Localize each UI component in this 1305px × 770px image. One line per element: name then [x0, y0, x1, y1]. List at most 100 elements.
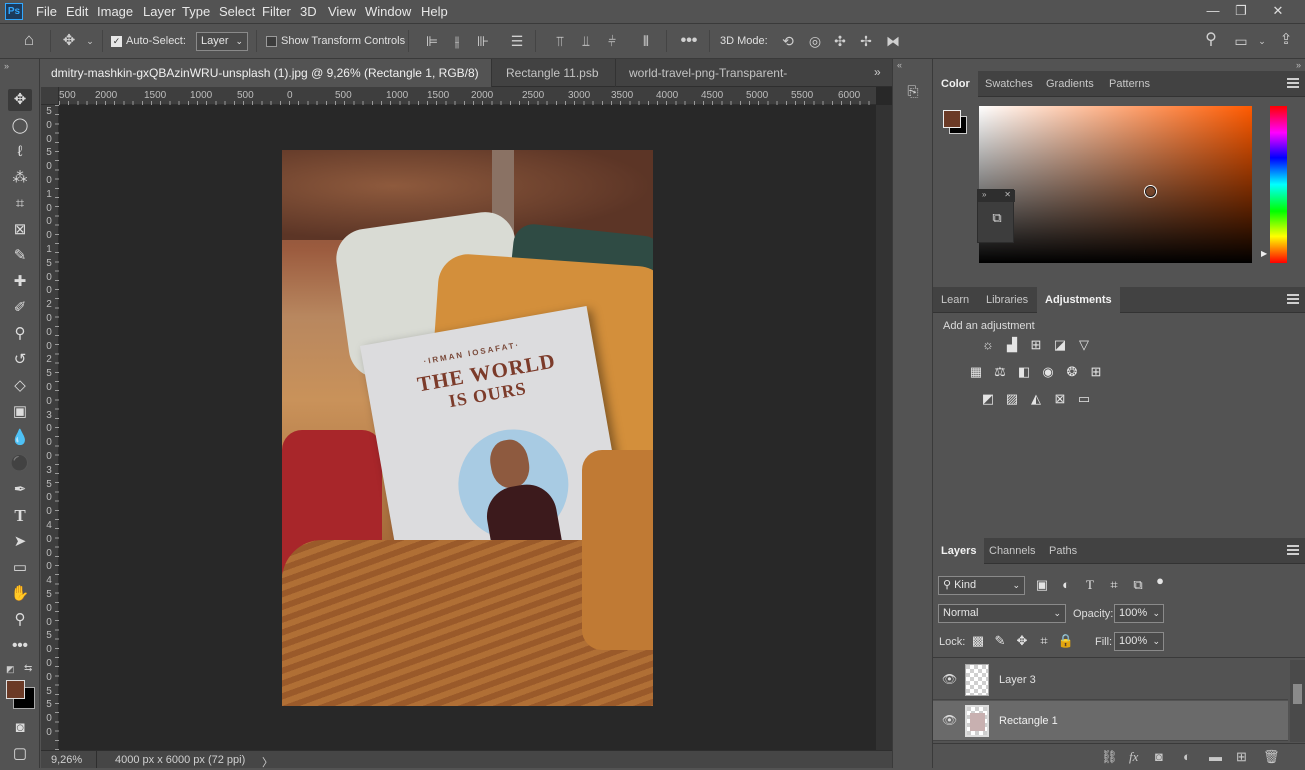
lock-all-icon[interactable]: 🔒 [1057, 633, 1075, 649]
zoom-level[interactable]: 9,26% [51, 754, 82, 766]
visibility-eye-icon[interactable]: 👁 [942, 714, 957, 726]
lock-artboard-icon[interactable]: ⌗ [1035, 633, 1053, 649]
hue-slider-handle[interactable]: ▶ [1261, 249, 1267, 258]
link-layers-icon[interactable]: ⛓ [1101, 749, 1118, 765]
quick-select-tool-icon[interactable]: ⁂ [8, 167, 32, 189]
3d-drag-icon[interactable]: ✣ [831, 33, 849, 49]
align-bottom-icon[interactable]: ⫩ [604, 33, 620, 49]
color-lookup-icon[interactable]: ⊞ [1087, 364, 1105, 380]
expand-icon[interactable]: « [897, 60, 902, 70]
swap-colors-icon[interactable]: ⇆ [24, 663, 32, 674]
vibrance-icon[interactable]: ▽ [1075, 337, 1093, 353]
foreground-color-swatch[interactable] [943, 110, 961, 128]
close-icon[interactable]: ✕ [1004, 190, 1011, 199]
tab-channels[interactable]: Channels [981, 538, 1043, 564]
distribute-vertical-icon[interactable]: ⦀ [638, 33, 654, 49]
filter-type-icon[interactable]: T [1081, 577, 1099, 593]
tab-paths[interactable]: Paths [1041, 538, 1085, 564]
menu-edit[interactable]: Edit [66, 4, 88, 19]
color-field[interactable] [979, 106, 1252, 263]
layer-row-selected[interactable]: 👁 Rectangle 1 [933, 701, 1288, 741]
filter-shape-icon[interactable]: ⌗ [1105, 577, 1123, 593]
tab-adjustments[interactable]: Adjustments [1037, 287, 1120, 313]
photo-filter-icon[interactable]: ◉ [1039, 364, 1057, 380]
workspace-icon[interactable]: ▭ [1232, 33, 1250, 49]
minimize-button[interactable]: — [1198, 2, 1228, 22]
share-icon[interactable]: ⇪ [1277, 32, 1295, 48]
align-left-icon[interactable]: ⊫ [424, 33, 440, 49]
black-white-icon[interactable]: ◧ [1015, 364, 1033, 380]
adjustment-layer-icon[interactable]: ◐ [1183, 749, 1191, 764]
menu-view[interactable]: View [328, 4, 356, 19]
gradient-map-icon[interactable]: ▭ [1075, 391, 1093, 407]
new-layer-icon[interactable]: ⊞ [1236, 749, 1247, 765]
eyedropper-tool-icon[interactable]: ✎ [8, 245, 32, 267]
pen-tool-icon[interactable]: ✒ [8, 479, 32, 501]
align-middle-icon[interactable]: ⫫ [578, 33, 594, 49]
restore-button[interactable]: ❐ [1226, 2, 1256, 22]
type-tool-icon[interactable]: T [8, 505, 32, 527]
doc-tab-active[interactable]: dmitry-mashkin-gxQBAzinWRU-unsplash (1).… [41, 59, 492, 108]
align-top-icon[interactable]: ⫪ [552, 33, 568, 49]
align-right-icon[interactable]: ⊪ [475, 33, 491, 49]
tab-gradients[interactable]: Gradients [1038, 71, 1102, 97]
menu-filter[interactable]: Filter [262, 4, 291, 19]
canvas-image[interactable]: ·IRMAN IOSAFAT· THE WORLD IS OURS [282, 150, 653, 706]
posterize-icon[interactable]: ▨ [1003, 391, 1021, 407]
doc-tab-world-travel[interactable]: world-travel-png-Transparent-Images.png [619, 59, 854, 108]
levels-icon[interactable]: ▟ [1003, 337, 1021, 353]
healing-brush-icon[interactable]: ✚ [8, 271, 32, 293]
clone-stamp-icon[interactable]: ⚲ [8, 323, 32, 345]
menu-select[interactable]: Select [219, 4, 255, 19]
3d-camera-icon[interactable]: ⧓ [883, 33, 903, 49]
opacity-field[interactable]: 100% ⌄ [1114, 604, 1164, 623]
menu-window[interactable]: Window [365, 4, 411, 19]
blend-mode-dropdown[interactable]: Normal ⌄ [938, 604, 1066, 623]
foreground-color-swatch[interactable] [6, 680, 25, 699]
gradient-tool-icon[interactable]: ▣ [8, 401, 32, 423]
menu-3d[interactable]: 3D [300, 4, 317, 19]
menu-image[interactable]: Image [97, 4, 133, 19]
move-tool-icon[interactable]: ✥ [8, 89, 32, 111]
panel-menu-icon[interactable] [1287, 78, 1299, 88]
collapse-icon[interactable]: » [4, 61, 9, 71]
menu-type[interactable]: Type [182, 4, 210, 19]
menu-layer[interactable]: Layer [143, 4, 176, 19]
frame-tool-icon[interactable]: ⊠ [8, 219, 32, 241]
filter-adjustment-icon[interactable]: ◐ [1057, 577, 1075, 593]
selective-color-icon[interactable]: ⊠ [1051, 391, 1069, 407]
curves-icon[interactable]: ⊞ [1027, 337, 1045, 353]
edit-toolbar-icon[interactable]: ••• [8, 635, 32, 657]
eraser-tool-icon[interactable]: ◇ [8, 375, 32, 397]
filter-pixel-icon[interactable]: ▣ [1033, 577, 1051, 593]
menu-help[interactable]: Help [421, 4, 448, 19]
brightness-icon[interactable]: ☼ [979, 337, 997, 353]
dodge-tool-icon[interactable]: ⚫ [8, 453, 32, 475]
channel-mixer-icon[interactable]: ❂ [1063, 364, 1081, 380]
path-selection-icon[interactable]: ➤ [8, 531, 32, 553]
new-group-icon[interactable]: ▬ [1209, 749, 1222, 764]
align-center-icon[interactable]: ⫲ [449, 33, 465, 49]
filter-toggle-icon[interactable]: ● [1151, 573, 1169, 589]
delete-layer-icon[interactable]: 🗑 [1263, 749, 1280, 765]
color-balance-icon[interactable]: ⚖ [991, 364, 1009, 380]
visibility-eye-icon[interactable]: 👁 [942, 673, 957, 685]
brush-tool-icon[interactable]: ✐ [8, 297, 32, 319]
3d-roll-icon[interactable]: ◎ [806, 33, 824, 49]
panel-menu-icon[interactable] [1287, 545, 1299, 555]
tab-layers[interactable]: Layers [933, 538, 985, 564]
expand-icon[interactable]: » [982, 190, 986, 199]
layer-filter-kind[interactable]: ⚲ Kind ⌄ [938, 576, 1025, 595]
hand-tool-icon[interactable]: ✋ [8, 583, 32, 605]
threshold-icon[interactable]: ◭ [1027, 391, 1045, 407]
panel-menu-icon[interactable] [1287, 294, 1299, 304]
hue-saturation-icon[interactable]: ▦ [967, 364, 985, 380]
filter-smart-object-icon[interactable]: ⧉ [1129, 577, 1147, 593]
search-icon[interactable]: ⚲ [1202, 32, 1220, 48]
close-window-button[interactable]: ✕ [1263, 2, 1293, 22]
collapse-icon[interactable]: » [1296, 60, 1301, 70]
tab-patterns[interactable]: Patterns [1101, 71, 1158, 97]
history-brush-icon[interactable]: ↺ [8, 349, 32, 371]
layers-scrollbar[interactable] [1290, 660, 1305, 742]
layer-row[interactable]: 👁 Layer 3 [933, 660, 1288, 700]
